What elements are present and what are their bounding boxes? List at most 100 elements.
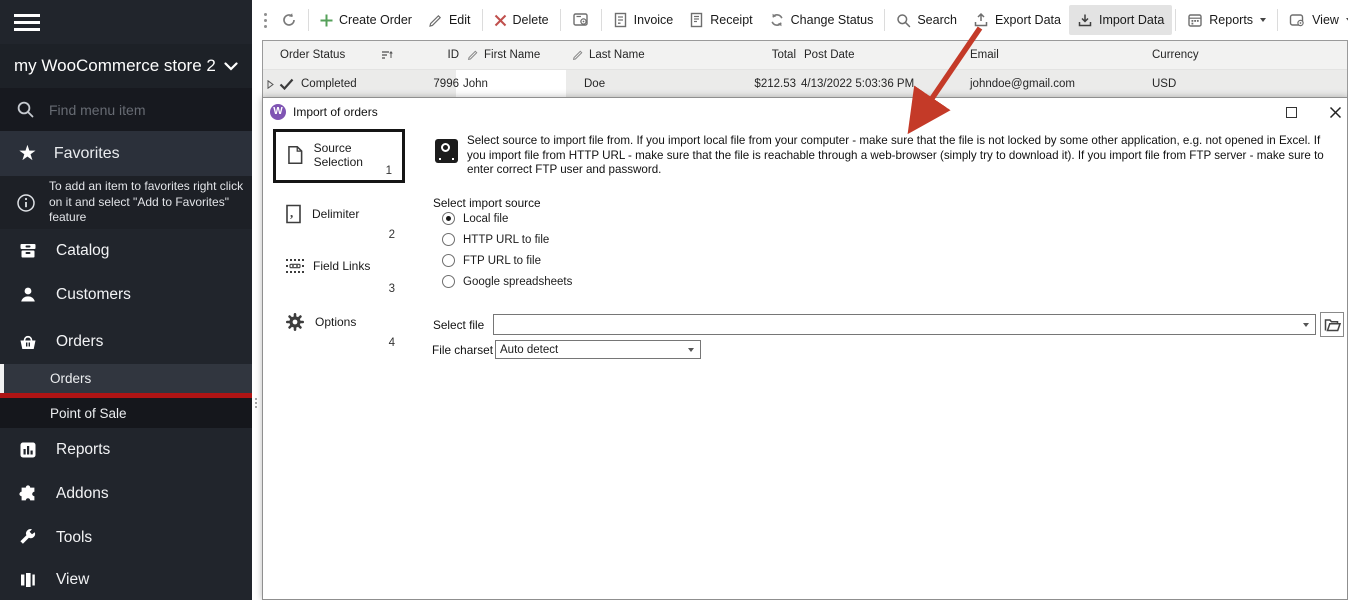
close-button[interactable]	[1327, 104, 1343, 120]
import-data-button[interactable]: Import Data	[1069, 5, 1172, 35]
col-header-order-status[interactable]: Order Status	[280, 41, 345, 69]
radio-ftp-url[interactable]: FTP URL to file	[442, 254, 541, 267]
hamburger-menu-button[interactable]	[0, 0, 252, 44]
print-preview-button[interactable]	[564, 5, 598, 35]
favorites-label: Favorites	[54, 145, 120, 163]
receipt-label: Receipt	[710, 13, 752, 27]
find-menu-item-input[interactable]	[49, 102, 219, 118]
chevron-down-icon	[1260, 18, 1266, 22]
gear-icon	[285, 312, 305, 332]
print-preview-icon	[572, 12, 590, 28]
sidebar-item-addons[interactable]: Addons	[0, 472, 252, 516]
import-icon	[1077, 12, 1093, 28]
col-header-first-name[interactable]: First Name	[467, 41, 540, 69]
export-icon	[973, 12, 989, 28]
maximize-button[interactable]	[1283, 104, 1299, 120]
export-data-label: Export Data	[995, 13, 1061, 27]
col-header-id[interactable]: ID	[413, 41, 459, 69]
sort-ascending-icon	[381, 50, 393, 60]
toolbar-separator	[601, 9, 602, 31]
sidebar-item-customers[interactable]: Customers	[0, 273, 252, 317]
step-label: Field Links	[313, 259, 370, 273]
pencil-icon	[572, 49, 584, 61]
sidebar-item-view[interactable]: View	[0, 560, 252, 600]
tools-icon	[18, 528, 38, 548]
app-window: my WooCommerce store 2 ★ Favorites To ad…	[0, 0, 1348, 600]
folder-open-icon	[1324, 318, 1341, 332]
sidebar-item-label: Customers	[56, 286, 131, 304]
svg-text:,: ,	[290, 205, 293, 220]
toolbar-separator	[884, 9, 885, 31]
pencil-icon	[428, 13, 443, 28]
delete-button[interactable]: Delete	[486, 5, 557, 35]
create-order-button[interactable]: Create Order	[312, 5, 420, 35]
sidebar-item-label: Catalog	[56, 242, 109, 260]
radio-google-spreadsheets[interactable]: Google spreadsheets	[442, 275, 572, 288]
reports-dropdown-button[interactable]: Reports	[1179, 5, 1274, 35]
sidebar-item-reports[interactable]: Reports	[0, 428, 252, 472]
import-source-label: Select import source	[433, 196, 541, 210]
receipt-button[interactable]: Receipt	[681, 5, 760, 35]
step-delimiter[interactable]: , Delimiter 2	[273, 194, 405, 244]
col-header-post-date[interactable]: Post Date	[804, 41, 855, 69]
chevron-down-icon	[688, 348, 694, 352]
row-expand-arrow[interactable]	[267, 70, 274, 98]
edit-button[interactable]: Edit	[420, 5, 479, 35]
step-source-selection[interactable]: Source Selection 1	[273, 129, 405, 183]
select-file-label: Select file	[433, 318, 484, 332]
store-switcher[interactable]: my WooCommerce store 2	[0, 44, 252, 88]
store-title: my WooCommerce store 2	[14, 56, 216, 76]
sidebar-subitem-orders[interactable]: Orders	[0, 364, 252, 393]
toolbar-separator	[308, 9, 309, 31]
file-charset-value: Auto detect	[500, 344, 687, 356]
toolbar-separator	[1277, 9, 1278, 31]
view-label: View	[1312, 13, 1339, 27]
splitter-grip[interactable]	[255, 398, 257, 408]
col-header-currency[interactable]: Currency	[1152, 41, 1199, 69]
step-options[interactable]: Options 4	[273, 302, 405, 352]
radio-http-url[interactable]: HTTP URL to file	[442, 233, 549, 246]
select-file-combobox[interactable]	[493, 314, 1316, 335]
radio-icon	[442, 254, 455, 267]
browse-file-button[interactable]	[1320, 312, 1344, 337]
radio-local-file[interactable]: Local file	[442, 212, 508, 225]
sidebar-item-tools[interactable]: Tools	[0, 516, 252, 560]
invoice-button[interactable]: Invoice	[605, 5, 682, 35]
sidebar-item-label: Addons	[56, 485, 109, 503]
view-dropdown-button[interactable]: View	[1281, 5, 1348, 35]
expand-right-icon	[267, 80, 274, 89]
cell-email: johndoe@gmail.com	[970, 70, 1075, 98]
woocommerce-icon: W	[270, 104, 286, 120]
export-data-button[interactable]: Export Data	[965, 5, 1069, 35]
refresh-button[interactable]	[273, 5, 305, 35]
order-row[interactable]: Completed 7996 John Doe $212.53 4/13/202…	[263, 70, 1347, 98]
invoice-icon	[613, 12, 628, 28]
search-button[interactable]: Search	[888, 5, 965, 35]
status-check-icon	[279, 70, 294, 98]
sidebar-item-catalog[interactable]: Catalog	[0, 229, 252, 273]
sidebar: my WooCommerce store 2 ★ Favorites To ad…	[0, 0, 252, 600]
addons-icon	[18, 484, 38, 504]
step-field-links[interactable]: Field Links 3	[273, 248, 405, 298]
sidebar-item-orders[interactable]: Orders	[0, 320, 252, 364]
customers-icon	[18, 285, 38, 305]
sidebar-search	[0, 88, 252, 131]
sidebar-subitem-point-of-sale[interactable]: Point of Sale	[0, 398, 252, 428]
radio-icon	[442, 233, 455, 246]
change-status-button[interactable]: Change Status	[761, 5, 882, 35]
hard-drive-icon	[435, 139, 458, 163]
search-icon	[16, 100, 35, 119]
col-header-email[interactable]: Email	[970, 41, 999, 69]
file-charset-dropdown[interactable]: Auto detect	[495, 340, 701, 359]
sidebar-item-favorites[interactable]: ★ Favorites	[0, 131, 252, 176]
reports-label: Reports	[1209, 13, 1253, 27]
view-eye-icon	[1289, 13, 1306, 28]
step-label: Options	[315, 315, 356, 329]
maximize-icon	[1286, 107, 1297, 118]
col-header-total[interactable]: Total	[703, 41, 796, 69]
toolbar-grip-icon[interactable]	[258, 13, 273, 28]
cell-order-status: Completed	[301, 70, 357, 98]
col-header-last-name[interactable]: Last Name	[572, 41, 645, 69]
star-icon: ★	[18, 143, 37, 164]
cell-first-name[interactable]: John	[463, 70, 488, 98]
